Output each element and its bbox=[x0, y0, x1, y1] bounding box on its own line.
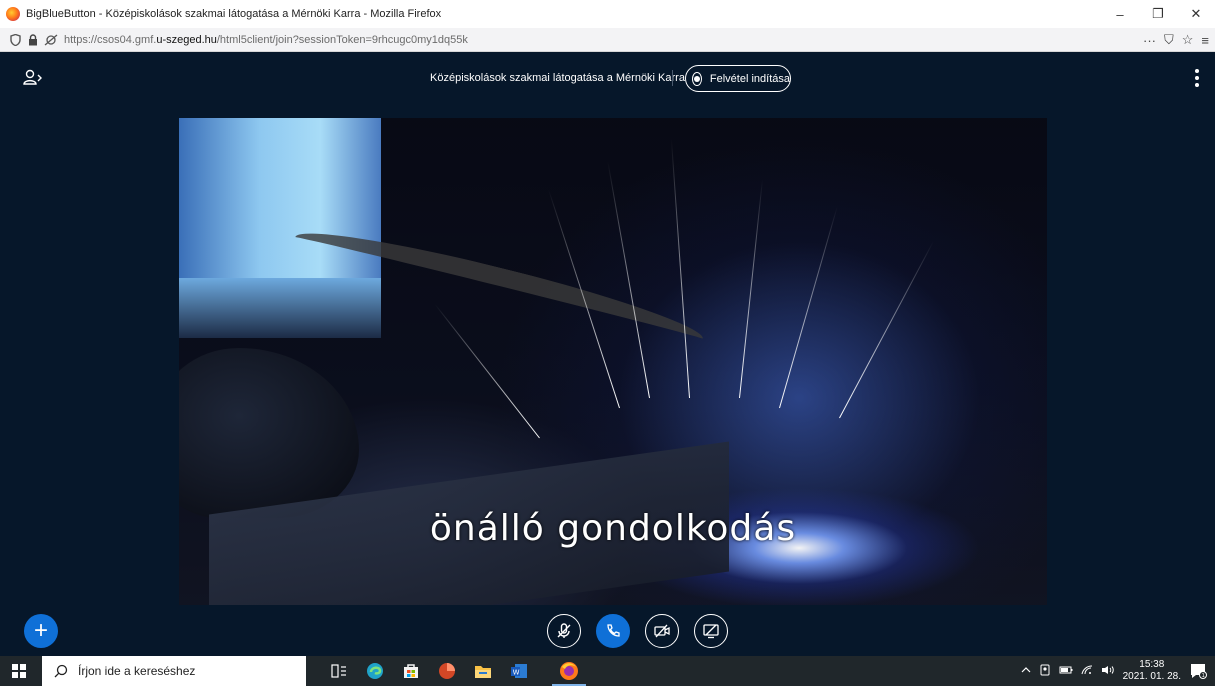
video-spark bbox=[607, 161, 650, 399]
firefox-logo-icon bbox=[6, 7, 20, 21]
window-controls: – ❐ ✕ bbox=[1101, 0, 1215, 28]
clock-date: 2021. 01. 28. bbox=[1122, 671, 1181, 682]
meet-now-icon[interactable] bbox=[1039, 664, 1051, 679]
action-center-icon[interactable]: 1 bbox=[1189, 662, 1207, 680]
permissions-icon[interactable] bbox=[42, 31, 60, 49]
url-text[interactable]: https://csos04.gmf.u-szeged.hu/html5clie… bbox=[64, 34, 468, 46]
svg-text:W: W bbox=[513, 669, 520, 677]
page-actions-button[interactable]: ··· bbox=[1143, 33, 1156, 48]
leave-audio-button[interactable] bbox=[596, 614, 630, 648]
minimize-button[interactable]: – bbox=[1101, 0, 1139, 28]
webcam-off-icon bbox=[654, 624, 670, 638]
actions-plus-button[interactable]: + bbox=[24, 614, 58, 648]
header-divider bbox=[672, 70, 673, 86]
share-webcam-button[interactable] bbox=[645, 614, 679, 648]
taskbar-search-placeholder: Írjon ide a kereséshez bbox=[78, 664, 196, 678]
url-domain: u-szeged.hu bbox=[156, 33, 217, 46]
users-list-toggle-icon[interactable] bbox=[22, 68, 44, 90]
search-icon bbox=[54, 664, 68, 678]
url-prefix: https://csos04.gmf. bbox=[64, 33, 157, 46]
bookmark-star-button[interactable]: ☆ bbox=[1182, 32, 1194, 48]
close-button[interactable]: ✕ bbox=[1177, 0, 1215, 28]
video-scene-pillar-shadow bbox=[179, 278, 381, 338]
system-tray: 15:38 2021. 01. 28. bbox=[1021, 656, 1181, 686]
battery-icon[interactable] bbox=[1059, 665, 1073, 678]
volume-icon[interactable] bbox=[1101, 665, 1115, 678]
video-spark bbox=[779, 205, 838, 409]
screen-share-off-icon bbox=[703, 624, 719, 639]
video-spark bbox=[670, 138, 690, 399]
record-label: Felvétel indítása bbox=[709, 72, 790, 85]
windows-taskbar: Írjon ide a kereséshez W 15:38 2021. 01.… bbox=[0, 656, 1215, 686]
shield-icon[interactable] bbox=[6, 31, 24, 49]
clock-time: 15:38 bbox=[1139, 659, 1165, 670]
powerpoint-icon[interactable] bbox=[436, 660, 458, 682]
microphone-muted-icon bbox=[557, 623, 571, 638]
restore-button[interactable]: ❐ bbox=[1139, 0, 1177, 28]
meeting-title: Középiskolások szakmai látogatása a Mérn… bbox=[430, 72, 685, 84]
taskbar-search-box[interactable]: Írjon ide a kereséshez bbox=[42, 656, 306, 686]
phone-icon bbox=[607, 624, 620, 637]
record-icon bbox=[692, 71, 702, 86]
video-spark bbox=[739, 179, 763, 399]
microsoft-store-icon[interactable] bbox=[400, 660, 422, 682]
url-suffix: /html5client/join?sessionToken=9rhcugc0m… bbox=[216, 33, 468, 46]
lock-icon[interactable] bbox=[24, 31, 42, 49]
video-spark bbox=[839, 241, 934, 419]
meeting-header: Középiskolások szakmai látogatása a Mérn… bbox=[0, 53, 1215, 109]
options-menu-icon[interactable] bbox=[1191, 67, 1203, 89]
pocket-button[interactable]: ⛉ bbox=[1164, 32, 1174, 48]
external-video-player[interactable]: önálló gondolkodás bbox=[179, 118, 1047, 605]
start-recording-button[interactable]: Felvétel indítása bbox=[685, 65, 791, 92]
edge-browser-icon[interactable] bbox=[364, 660, 386, 682]
mute-microphone-button[interactable] bbox=[547, 614, 581, 648]
word-icon[interactable]: W bbox=[508, 660, 530, 682]
url-bar[interactable]: https://csos04.gmf.u-szeged.hu/html5clie… bbox=[0, 28, 1215, 52]
video-spark bbox=[434, 303, 540, 439]
taskbar-clock[interactable]: 15:38 2021. 01. 28. bbox=[1123, 659, 1181, 683]
svg-text:1: 1 bbox=[1202, 673, 1205, 679]
share-screen-button[interactable] bbox=[694, 614, 728, 648]
task-view-icon[interactable] bbox=[328, 660, 350, 682]
firefox-taskbar-icon[interactable] bbox=[552, 660, 586, 686]
browser-titlebar: BigBlueButton - Középiskolások szakmai l… bbox=[0, 0, 1215, 28]
wifi-icon[interactable] bbox=[1081, 664, 1093, 678]
file-explorer-icon[interactable] bbox=[472, 660, 494, 682]
toolbar-right: ··· ⛉ ☆ ≡ bbox=[1143, 28, 1209, 52]
video-scene-glove bbox=[179, 348, 359, 518]
chevron-up-icon[interactable] bbox=[1021, 666, 1031, 677]
video-caption: önálló gondolkodás bbox=[429, 508, 797, 549]
windows-start-icon[interactable] bbox=[12, 664, 26, 678]
hamburger-menu-button[interactable]: ≡ bbox=[1201, 33, 1209, 48]
window-title: BigBlueButton - Középiskolások szakmai l… bbox=[26, 8, 442, 20]
